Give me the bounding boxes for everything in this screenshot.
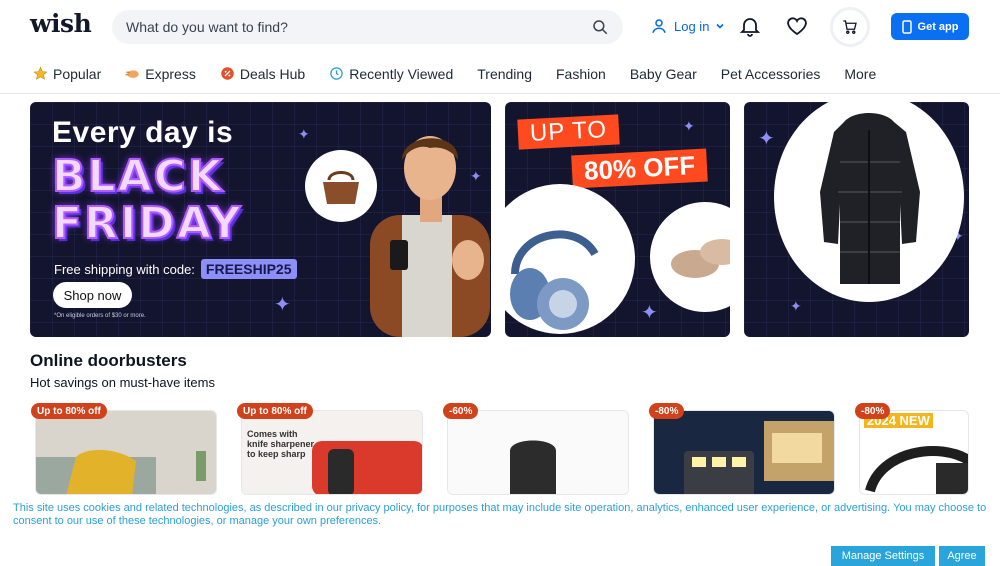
promo-code: FREESHIP25 — [200, 259, 297, 279]
phone-icon — [901, 19, 912, 34]
sparkle-icon: ✦ — [298, 126, 310, 142]
shipping-text: Free shipping with code: — [54, 261, 195, 277]
product-image-caption: Comes with knife sharpener to keep sharp — [247, 429, 315, 459]
sparkle-icon: ✦ — [274, 294, 291, 316]
get-app-label: Get app — [917, 20, 959, 33]
star-icon — [33, 66, 48, 80]
banner-black-text: BLACK — [51, 151, 225, 202]
nav-deals-hub[interactable]: Deals Hub — [220, 66, 305, 82]
category-nav: Popular Express Deals Hub Recently Viewe… — [0, 54, 1000, 94]
cart-icon — [843, 20, 857, 34]
discount-badge: Up to 80% off — [31, 403, 107, 419]
banner-friday-text: FRIDAY — [51, 198, 243, 249]
chevron-down-icon — [716, 23, 724, 29]
express-icon — [125, 70, 140, 78]
product-card[interactable] — [35, 410, 217, 495]
section-title: Online doorbusters — [30, 351, 187, 370]
fine-print: *On eligible orders of $30 or more. — [54, 313, 146, 319]
discount-label: 80% OFF — [571, 148, 709, 189]
nav-label: Trending — [477, 65, 532, 82]
sale-banner[interactable]: UP TO 80% OFF ✦ ✦ — [505, 102, 730, 337]
wish-logo[interactable]: wish — [30, 9, 92, 38]
model-photo — [370, 136, 490, 337]
search-input[interactable]: What do you want to find? — [126, 19, 591, 35]
product-image — [448, 411, 628, 494]
nav-label: Express — [145, 65, 196, 82]
sparkle-icon: ✦ — [758, 128, 775, 150]
black-friday-banner[interactable]: Every day is BLACK FRIDAY Free shipping … — [30, 102, 491, 337]
nav-express[interactable]: Express — [125, 66, 196, 82]
banner-headline: Every day is — [52, 116, 234, 149]
shop-now-button[interactable]: Shop now — [53, 282, 132, 308]
deals-icon — [221, 67, 234, 80]
product-image — [36, 411, 216, 494]
jacket-image — [774, 102, 964, 302]
product-card[interactable] — [447, 410, 629, 495]
agree-button[interactable]: Agree — [939, 546, 985, 566]
nav-label: Deals Hub — [239, 65, 306, 82]
discount-badge: -80% — [649, 403, 685, 419]
sparkle-icon: ✦ — [683, 118, 695, 134]
search-bar[interactable]: What do you want to find? — [112, 10, 623, 44]
product-image — [654, 411, 834, 494]
nav-label: Pet Accessories — [720, 65, 821, 82]
product-card[interactable] — [653, 410, 835, 495]
up-to-label: UP TO — [517, 114, 620, 150]
clock-icon — [330, 67, 343, 80]
nav-label: Baby Gear — [629, 65, 697, 82]
product-card[interactable]: Comes with knife sharpener to keep sharp — [241, 410, 423, 495]
nav-fashion[interactable]: Fashion — [556, 66, 606, 82]
discount-badge: Up to 80% off — [237, 403, 313, 419]
heart-icon[interactable] — [785, 14, 809, 38]
nav-label: Fashion — [556, 65, 606, 82]
nav-label: Recently Viewed — [349, 65, 454, 82]
site-header: wish What do you want to find? Log in Ge… — [0, 0, 1000, 54]
product-card[interactable]: 2024 NEW — [859, 410, 969, 495]
slippers-icon — [671, 239, 730, 278]
nav-pet-accessories[interactable]: Pet Accessories — [721, 66, 821, 82]
user-icon — [652, 19, 666, 33]
cookie-consent-banner: This site uses cookies and related techn… — [0, 495, 1000, 566]
nav-baby-gear[interactable]: Baby Gear — [630, 66, 697, 82]
section-subtitle: Hot savings on must-have items — [30, 375, 215, 390]
login-label: Log in — [674, 18, 710, 34]
cookie-text: This site uses cookies and related techn… — [13, 502, 987, 527]
nav-label: More — [844, 65, 877, 82]
get-app-button[interactable]: Get app — [891, 13, 969, 40]
nav-label: Popular — [53, 65, 102, 82]
nav-popular[interactable]: Popular — [33, 66, 101, 82]
search-icon[interactable] — [591, 18, 609, 36]
shipping-promo: Free shipping with code: FREESHIP25 — [54, 259, 297, 279]
cart-button[interactable] — [830, 7, 870, 47]
jacket-icon — [820, 113, 920, 284]
slippers-image — [650, 202, 730, 312]
discount-badge: -60% — [443, 403, 479, 419]
jacket-banner[interactable]: ✦ ✦ ✦ — [744, 102, 969, 337]
manage-settings-button[interactable]: Manage Settings — [831, 546, 935, 566]
login-button[interactable]: Log in — [650, 17, 725, 35]
nav-recently-viewed[interactable]: Recently Viewed — [329, 66, 453, 82]
discount-badge: -80% — [855, 403, 891, 419]
bell-icon[interactable] — [738, 14, 762, 38]
nav-more[interactable]: More — [844, 66, 876, 82]
headphones-icon — [510, 230, 599, 330]
headphones-image — [505, 184, 635, 334]
nav-trending[interactable]: Trending — [477, 66, 532, 82]
